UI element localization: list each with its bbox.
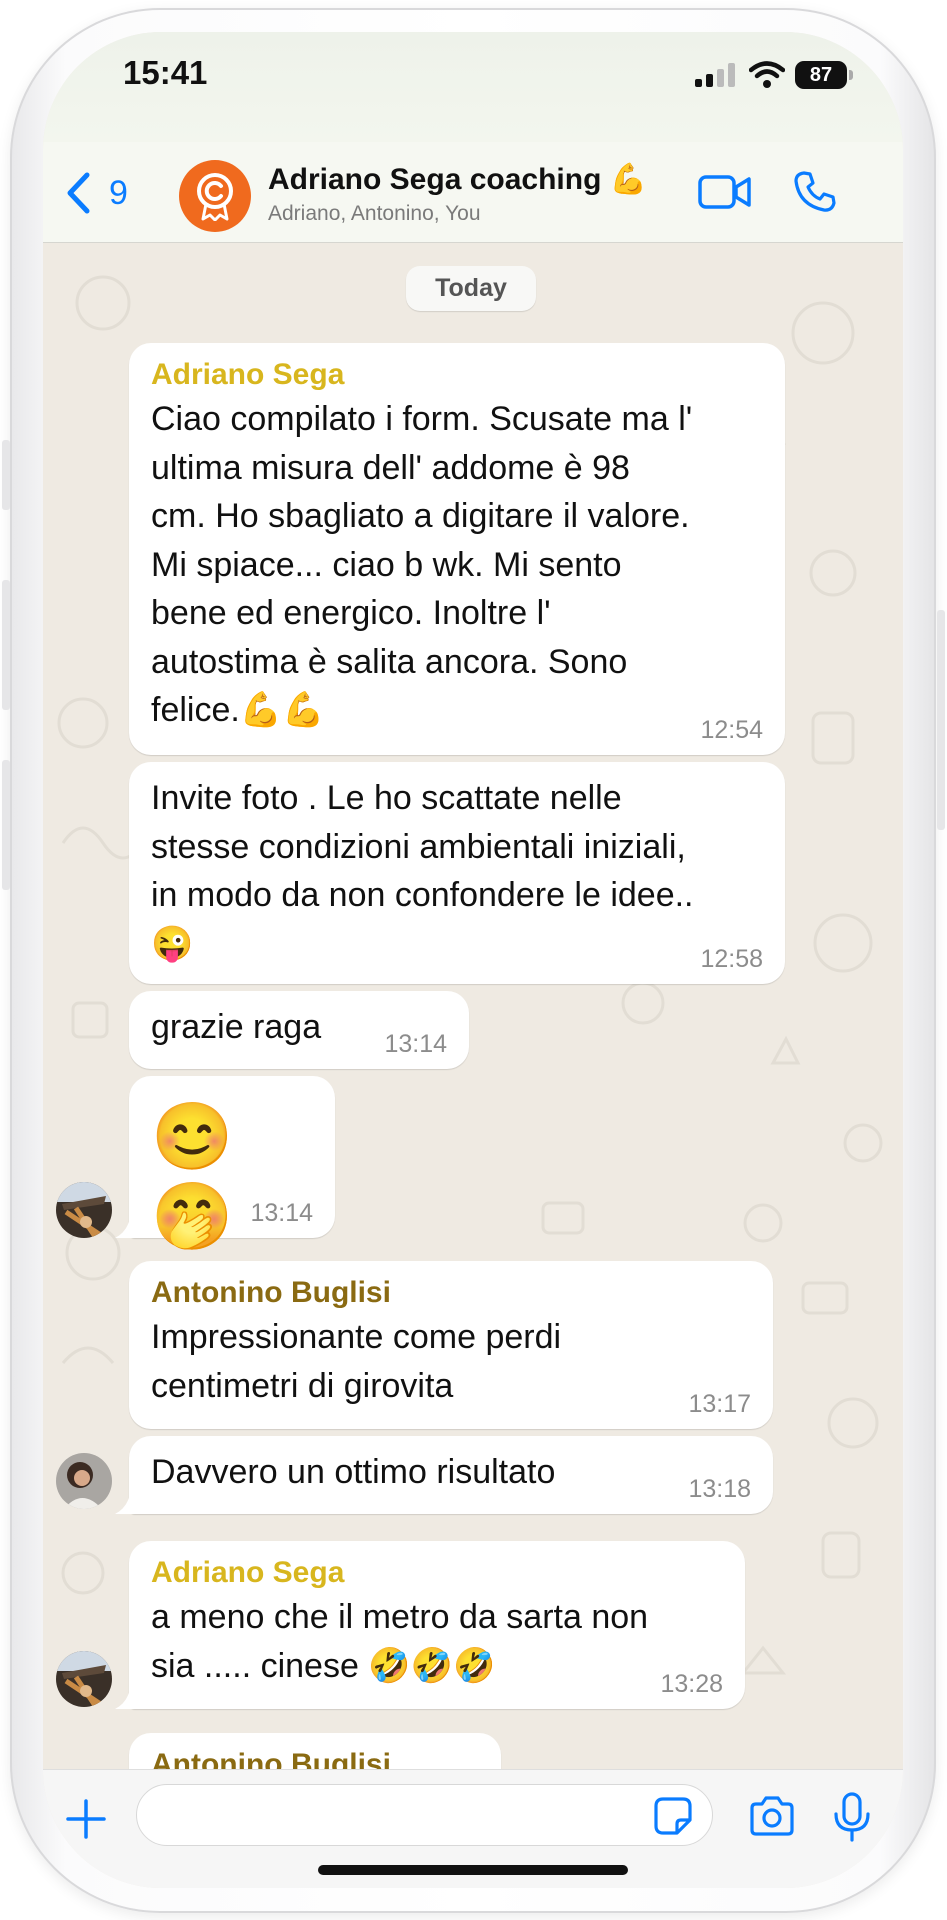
mute-switch [2, 440, 10, 510]
message-sender[interactable]: Adriano Sega [151, 355, 763, 395]
attach-button[interactable] [65, 1798, 107, 1845]
message-time: 13:18 [688, 1475, 751, 1503]
message-text: Impressionante come perdi centimetri di … [151, 1318, 562, 1405]
status-time: 15:41 [123, 54, 208, 91]
message-sender[interactable]: Antonino Buglisi [151, 1745, 479, 1769]
group-members[interactable]: Adriano, Antonino, You [268, 202, 481, 226]
status-icons: 87 [695, 58, 853, 92]
message-bubble[interactable]: Invite foto . Le ho scattate nelle stess… [129, 762, 785, 984]
plus-icon [66, 1799, 106, 1839]
message-text: Ciao compilato i form. Scusate ma l' ult… [151, 400, 693, 729]
avatar-antonino[interactable] [56, 1453, 112, 1509]
unread-count: 9 [109, 173, 128, 212]
signal-icon [695, 63, 735, 87]
chat-header: 9 Adriano Sega coaching 💪 Adriano, Anton… [43, 142, 903, 243]
sticker-icon [654, 1797, 692, 1835]
message-text: Davvero un ottimo risultato [151, 1453, 556, 1491]
chat-area[interactable]: Today Adriano Sega Ciao compilato i form… [43, 243, 903, 1769]
bubble-tail [115, 1208, 145, 1238]
message-time: 13:14 [384, 1030, 447, 1058]
message-bubble[interactable]: Antonino Buglisi [129, 1733, 501, 1769]
microphone-button[interactable] [833, 1792, 871, 1847]
message-bubble[interactable]: Adriano Sega Ciao compilato i form. Scus… [129, 343, 785, 755]
wifi-icon [749, 61, 785, 88]
phone-icon [794, 171, 836, 212]
message-bubble[interactable]: Adriano Sega a meno che il metro da sart… [115, 1541, 745, 1709]
avatar-adriano[interactable] [56, 1182, 112, 1238]
group-avatar-icon [197, 173, 233, 221]
back-button[interactable]: 9 [65, 172, 128, 214]
message-time: 12:58 [700, 945, 763, 973]
message-bubble[interactable]: Antonino Buglisi Impressionante come per… [129, 1261, 773, 1429]
power-button [937, 610, 945, 830]
bubble-tail [115, 1679, 145, 1709]
microphone-icon [834, 1792, 870, 1842]
phone-screen: 15:41 87 9 Adriano Sega coaching 💪 Adria… [43, 32, 903, 1888]
avatar-photo [56, 1453, 112, 1509]
camera-button[interactable] [748, 1796, 796, 1841]
volume-down-button [2, 760, 10, 890]
camera-icon [750, 1796, 794, 1836]
bubble-tail [115, 1484, 145, 1514]
message-input[interactable] [136, 1784, 713, 1846]
message-bubble[interactable]: Davvero un ottimo risultato 13:18 [115, 1436, 773, 1514]
avatar-photo [56, 1182, 112, 1238]
message-time: 13:28 [660, 1670, 723, 1698]
message-text: a meno che il metro da sarta non sia ...… [151, 1598, 649, 1685]
video-call-button[interactable] [698, 172, 752, 217]
sticker-button[interactable] [653, 1796, 693, 1841]
chevron-left-icon [67, 172, 90, 214]
message-time: 13:14 [250, 1199, 313, 1227]
home-indicator[interactable] [318, 1865, 628, 1875]
avatar-photo [56, 1651, 112, 1707]
voice-call-button[interactable] [793, 170, 837, 219]
message-emoji: 😊 🤭 [151, 1099, 252, 1253]
message-sender[interactable]: Adriano Sega [151, 1553, 723, 1593]
date-separator: Today [406, 266, 536, 311]
message-bubble[interactable]: grazie raga 13:14 [129, 991, 469, 1069]
message-sender[interactable]: Antonino Buglisi [151, 1273, 751, 1313]
status-bar: 15:41 87 [43, 32, 903, 142]
message-text: Invite foto . Le ho scattate nelle stess… [151, 779, 694, 963]
message-time: 12:54 [700, 716, 763, 744]
battery-icon: 87 [795, 61, 853, 89]
avatar-adriano[interactable] [56, 1651, 112, 1707]
volume-up-button [2, 580, 10, 710]
video-call-icon [698, 175, 751, 209]
group-title[interactable]: Adriano Sega coaching 💪 [268, 162, 647, 197]
message-bubble[interactable]: 😊 🤭 13:14 [115, 1076, 335, 1253]
message-time: 13:17 [688, 1390, 751, 1418]
group-avatar[interactable] [179, 160, 251, 232]
